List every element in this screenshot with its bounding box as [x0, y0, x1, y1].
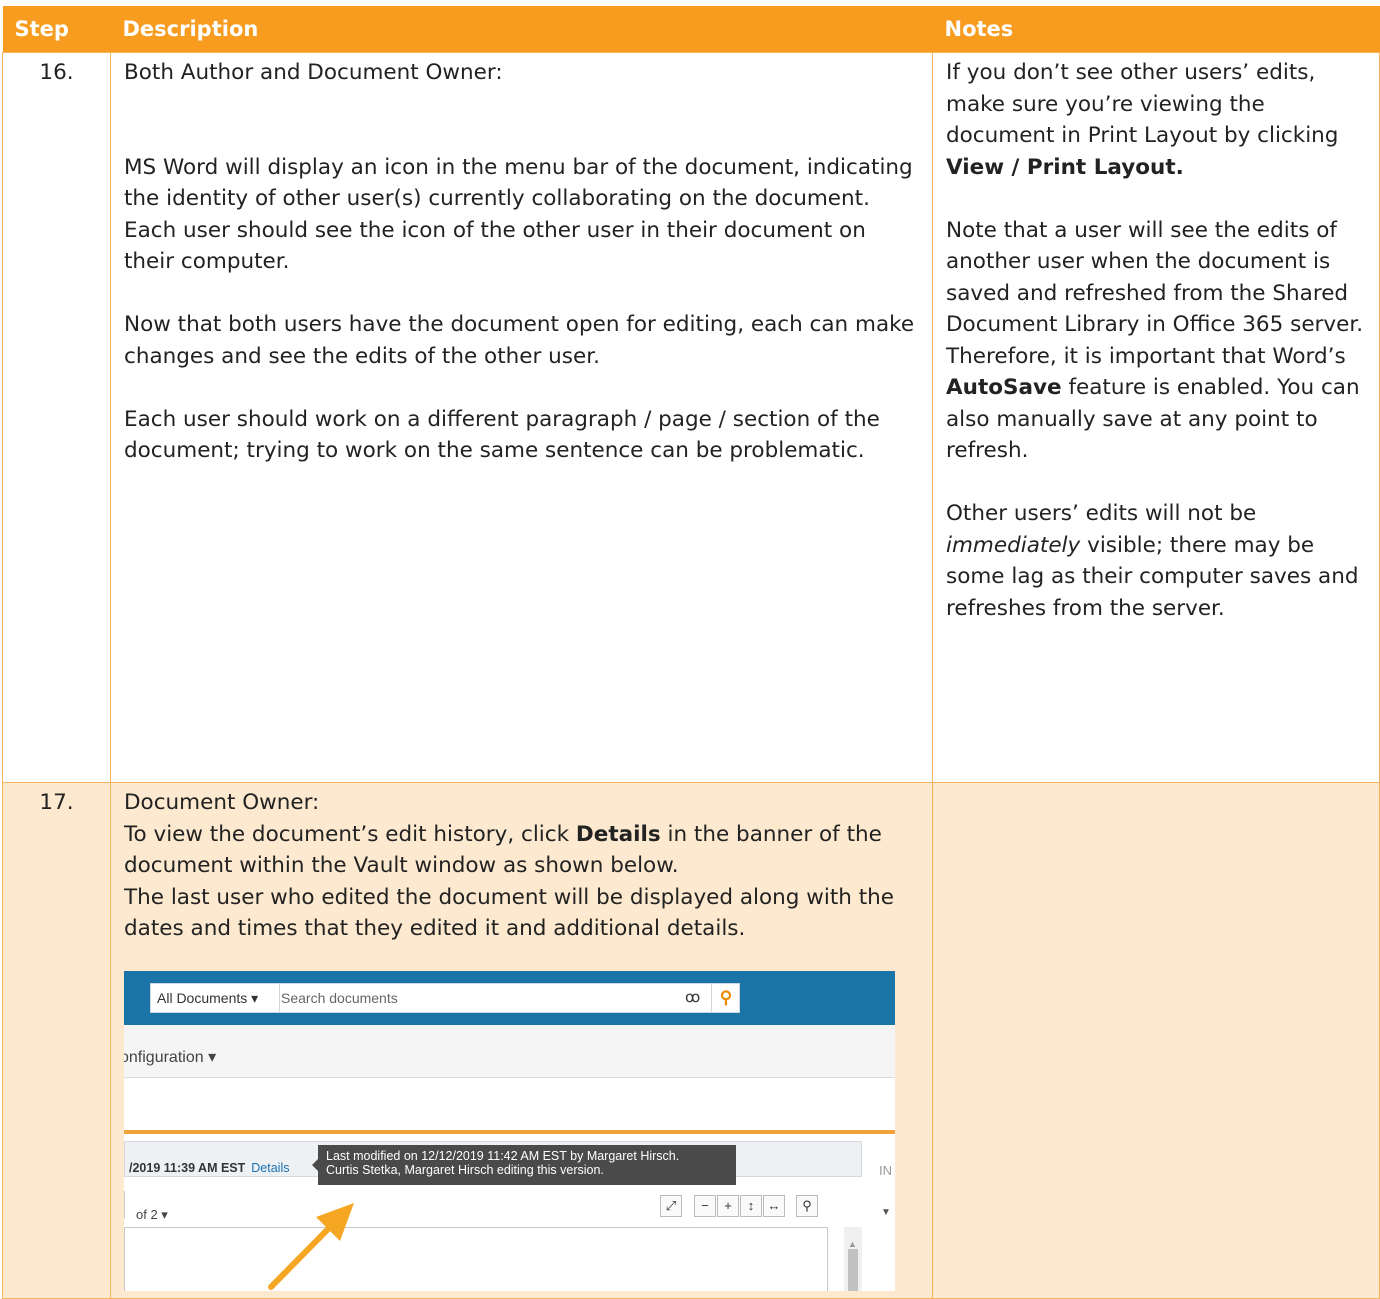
viewer-toolbar: of 2 ▾ ⤢ − + ↕ ↔ ⚲	[124, 1187, 862, 1223]
all-documents-dropdown[interactable]: All Documents ▾	[151, 983, 280, 1012]
document-canvas[interactable]	[124, 1226, 828, 1291]
note-paragraph: Other users’ edits will not be immediate…	[946, 501, 1359, 621]
paragraph: Both Author and Document Owner:	[124, 60, 503, 85]
fit-width-icon[interactable]: ↔	[763, 1194, 785, 1217]
table-row: 17. Document Owner: To view the document…	[2, 782, 1380, 1299]
header-description: Description	[110, 6, 933, 53]
paragraph: The last user who edited the document wi…	[124, 884, 895, 942]
page-count[interactable]: of 2 ▾	[136, 1199, 168, 1231]
binoculars-icon[interactable]: ꝏ	[685, 984, 700, 1012]
vault-screenshot: All Documents ▾ Search documents ꝏ ⚲ onf…	[124, 970, 895, 1291]
steps-table: Step Description Notes 16. Both Author a…	[2, 6, 1380, 1299]
search-icon[interactable]: ⚲	[796, 1194, 818, 1217]
step-number: 17.	[2, 782, 111, 1299]
paragraph: To view the document’s edit history, cli…	[124, 821, 882, 879]
step-description: Both Author and Document Owner: MS Word …	[110, 52, 933, 783]
vault-topbar: All Documents ▾ Search documents ꝏ ⚲	[124, 970, 895, 1025]
autosave-label: AutoSave	[946, 375, 1062, 400]
config-bar: onfiguration ▾	[124, 1024, 895, 1078]
step-number: 16.	[2, 52, 111, 783]
chevron-down-icon: ▼	[881, 1206, 891, 1218]
zoom-out-button[interactable]: −	[694, 1194, 716, 1217]
step-description: Document Owner: To view the document’s e…	[110, 782, 933, 1299]
step-notes: If you don’t see other users’ edits, mak…	[932, 52, 1380, 783]
header-notes: Notes	[932, 6, 1380, 53]
details-tooltip: Last modified on 12/12/2019 11:42 AM EST…	[312, 1144, 736, 1185]
paragraph: Each user should work on a different par…	[124, 406, 880, 464]
fullscreen-icon[interactable]: ⤢	[660, 1194, 682, 1217]
view-print-layout-label: View / Print Layout.	[946, 154, 1184, 180]
fit-height-icon[interactable]: ↕	[740, 1194, 762, 1217]
note-paragraph: Note that a user will see the edits of a…	[946, 217, 1364, 464]
scrollbar-thumb[interactable]	[848, 1248, 858, 1291]
details-link[interactable]: Details	[251, 1161, 289, 1175]
orange-divider	[124, 1129, 895, 1134]
scrollbar[interactable]: ▲	[844, 1226, 862, 1291]
step-notes	[932, 782, 1380, 1299]
arrow-icon	[268, 1202, 354, 1290]
paragraph: Now that both users have the document op…	[124, 312, 915, 369]
search-input[interactable]: Search documents	[281, 984, 398, 1012]
zoom-in-button[interactable]: +	[717, 1194, 739, 1217]
search-box[interactable]: All Documents ▾ Search documents ꝏ ⚲	[150, 982, 740, 1013]
paragraph: MS Word will display an icon in the menu…	[124, 154, 913, 275]
header-step: Step	[2, 6, 111, 53]
banner-time: /2019 11:39 AM EST	[129, 1160, 246, 1175]
table-row: 16. Both Author and Document Owner: MS W…	[2, 52, 1380, 783]
side-label: IN	[879, 1162, 892, 1178]
table-header: Step Description Notes	[2, 6, 1380, 53]
note-paragraph: If you don’t see other users’ edits, mak…	[946, 60, 1339, 180]
details-label: Details	[575, 821, 661, 847]
paragraph: Document Owner:	[124, 790, 320, 815]
search-icon[interactable]: ⚲	[711, 983, 740, 1012]
configuration-menu[interactable]: onfiguration ▾	[124, 1042, 216, 1074]
